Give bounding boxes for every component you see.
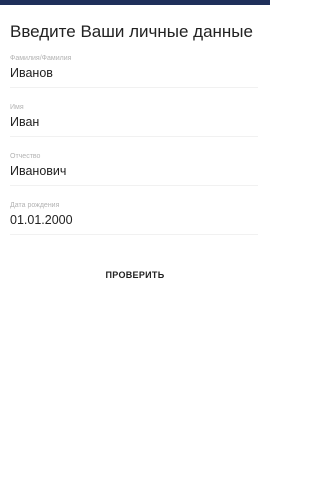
birth-date-field[interactable]: Дата рождения 01.01.2000 xyxy=(10,202,258,238)
patronymic-input[interactable]: Иванович xyxy=(10,164,258,178)
last-name-underline xyxy=(10,87,258,88)
page-title: Введите Ваши личные данные xyxy=(10,22,253,41)
check-button[interactable]: ПРОВЕРИТЬ xyxy=(85,262,185,288)
patronymic-underline xyxy=(10,185,258,186)
personal-data-screen: Введите Ваши личные данные Фамилия/Фамил… xyxy=(0,5,270,480)
patronymic-field[interactable]: Отчество Иванович xyxy=(10,153,258,189)
birth-date-input[interactable]: 01.01.2000 xyxy=(10,213,258,227)
last-name-field[interactable]: Фамилия/Фамилия Иванов xyxy=(10,55,258,91)
birth-date-label: Дата рождения xyxy=(10,202,60,209)
last-name-label: Фамилия/Фамилия xyxy=(10,55,72,62)
patronymic-label: Отчество xyxy=(10,153,41,160)
first-name-label: Имя xyxy=(10,104,24,111)
birth-date-underline xyxy=(10,234,258,235)
last-name-input[interactable]: Иванов xyxy=(10,66,258,80)
first-name-input[interactable]: Иван xyxy=(10,115,258,129)
first-name-field[interactable]: Имя Иван xyxy=(10,104,258,140)
first-name-underline xyxy=(10,136,258,137)
